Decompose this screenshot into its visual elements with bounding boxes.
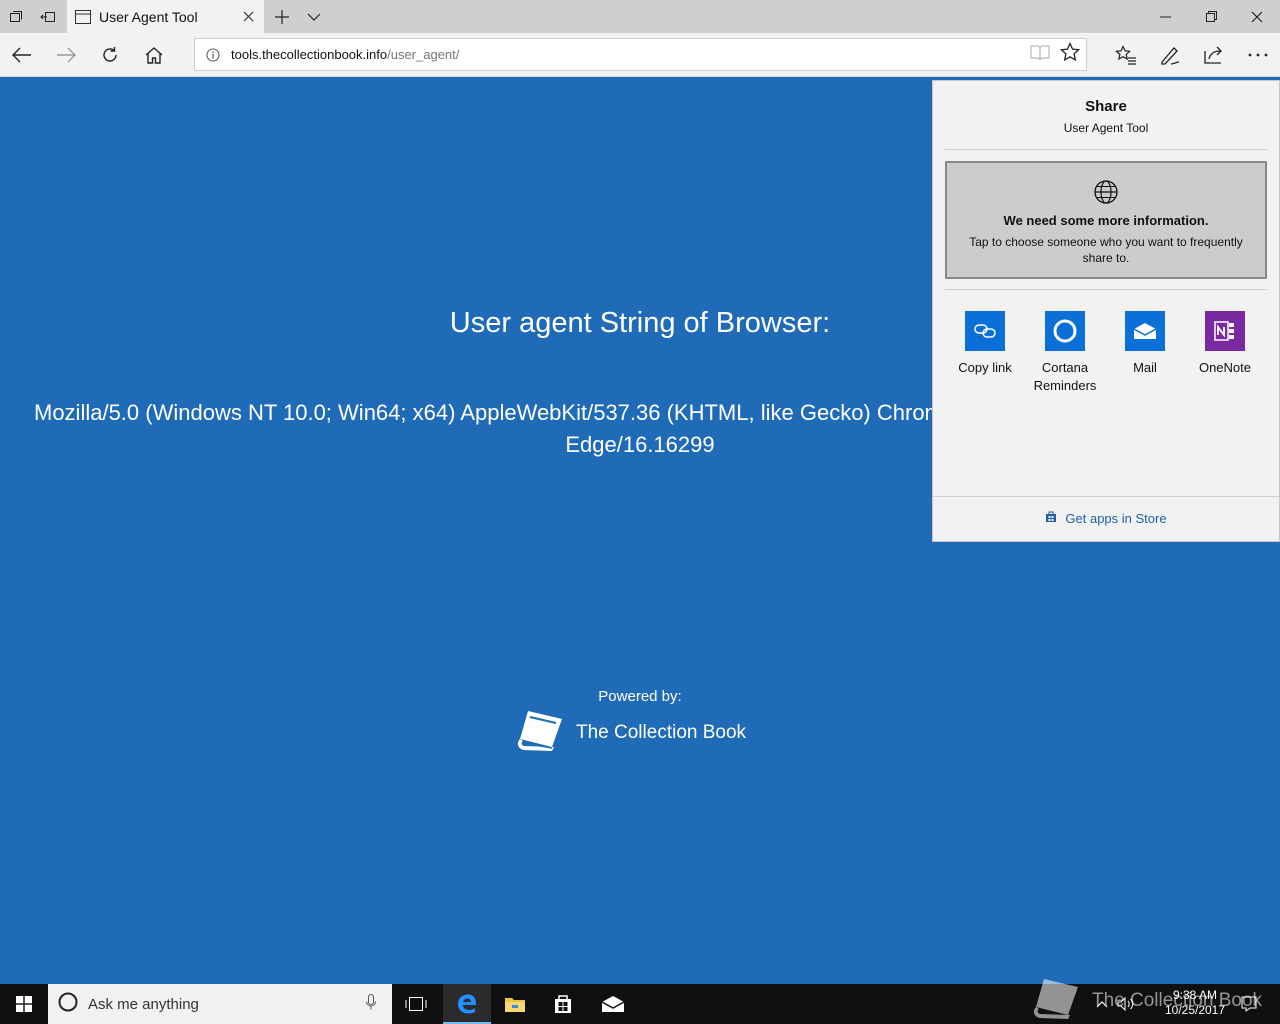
- app-label: Cortana Reminders: [1033, 360, 1097, 393]
- store-app-icon[interactable]: [539, 984, 587, 1024]
- more-actions-icon[interactable]: [1236, 33, 1280, 77]
- book-logo-icon: [514, 707, 566, 758]
- mail-icon: [1125, 311, 1165, 351]
- cortana-icon: [1045, 311, 1085, 351]
- app-label: OneNote: [1198, 360, 1252, 375]
- close-window-icon[interactable]: [1234, 0, 1280, 33]
- app-label: Mail: [1133, 360, 1157, 375]
- share-subtitle: User Agent Tool: [1063, 121, 1149, 135]
- url-text: tools.thecollectionbook.info/user_agent/: [231, 47, 459, 62]
- forward-icon[interactable]: [44, 33, 88, 77]
- onenote-icon: [1205, 311, 1245, 351]
- divider: [945, 149, 1267, 150]
- reading-view-icon[interactable]: [1030, 44, 1050, 65]
- share-panel: Share User Agent Tool We need some more …: [932, 80, 1280, 542]
- site-info-icon[interactable]: [195, 48, 231, 62]
- new-tab-icon[interactable]: [266, 0, 298, 33]
- favorite-star-icon[interactable]: [1059, 41, 1081, 67]
- pen-notes-icon[interactable]: [1148, 33, 1192, 77]
- get-apps-in-store-link[interactable]: Get apps in Store: [933, 511, 1279, 526]
- restore-icon[interactable]: [1188, 0, 1234, 33]
- cortana-search-box[interactable]: Ask me anything: [48, 984, 392, 1024]
- mail-app-icon[interactable]: [589, 984, 637, 1024]
- back-icon[interactable]: [0, 33, 44, 77]
- watermark-text: The Collection Book: [1092, 990, 1263, 1011]
- divider: [933, 496, 1279, 497]
- file-explorer-icon[interactable]: [491, 984, 539, 1024]
- brand-name: The Collection Book: [576, 721, 747, 743]
- share-icon[interactable]: [1192, 33, 1236, 77]
- close-tab-icon[interactable]: [236, 5, 260, 29]
- tab-title: User Agent Tool: [99, 8, 198, 25]
- refresh-icon[interactable]: [88, 33, 132, 77]
- share-title: Share: [1085, 98, 1127, 115]
- microphone-icon[interactable]: [366, 993, 376, 1015]
- task-view-icon[interactable]: [392, 984, 440, 1024]
- set-aside-tabs-icon[interactable]: [32, 0, 64, 33]
- tab-preview-chevron-icon[interactable]: [298, 0, 330, 33]
- share-app-list: Copy link Cortana Reminders Mail OneNote: [945, 311, 1267, 395]
- watermark-book-icon: [1030, 975, 1082, 1024]
- search-placeholder: Ask me anything: [88, 995, 199, 1013]
- url-path: /user_agent/: [387, 47, 460, 62]
- store-icon: [1045, 511, 1057, 526]
- page-icon: [75, 9, 91, 25]
- app-label: Copy link: [958, 360, 1012, 375]
- cortana-circle-icon: [58, 992, 78, 1017]
- more-info-prompt[interactable]: We need some more information. Tap to ch…: [945, 161, 1267, 279]
- divider: [945, 289, 1267, 290]
- brand-link[interactable]: The Collection Book: [514, 707, 746, 758]
- address-bar[interactable]: tools.thecollectionbook.info/user_agent/: [194, 38, 1087, 71]
- minimize-icon[interactable]: [1142, 0, 1188, 33]
- start-windows-icon[interactable]: [0, 984, 48, 1024]
- share-app-onenote[interactable]: OneNote: [1185, 311, 1265, 395]
- home-icon[interactable]: [132, 33, 176, 77]
- tab-bar: User Agent Tool: [0, 0, 1280, 33]
- active-tab[interactable]: User Agent Tool: [67, 0, 264, 33]
- share-app-cortana-reminders[interactable]: Cortana Reminders: [1025, 311, 1105, 395]
- favorites-hub-icon[interactable]: [1104, 33, 1148, 77]
- share-app-copy-link[interactable]: Copy link: [945, 311, 1025, 395]
- globe-icon: [947, 179, 1265, 205]
- taskbar-edge-app[interactable]: [443, 984, 491, 1024]
- watermark: The Collection Book: [1030, 975, 1262, 1024]
- powered-by-label: Powered by:: [598, 688, 682, 705]
- info-title: We need some more information.: [1003, 213, 1209, 228]
- store-link-text: Get apps in Store: [1065, 511, 1167, 526]
- copy-link-icon: [965, 311, 1005, 351]
- info-text: Tap to choose someone who you want to fr…: [969, 235, 1243, 265]
- share-app-mail[interactable]: Mail: [1105, 311, 1185, 395]
- edge-icon: [458, 994, 476, 1014]
- navigation-bar: tools.thecollectionbook.info/user_agent/: [0, 33, 1280, 77]
- tab-manager-icon[interactable]: [0, 0, 32, 33]
- url-host: tools.thecollectionbook.info: [231, 47, 388, 62]
